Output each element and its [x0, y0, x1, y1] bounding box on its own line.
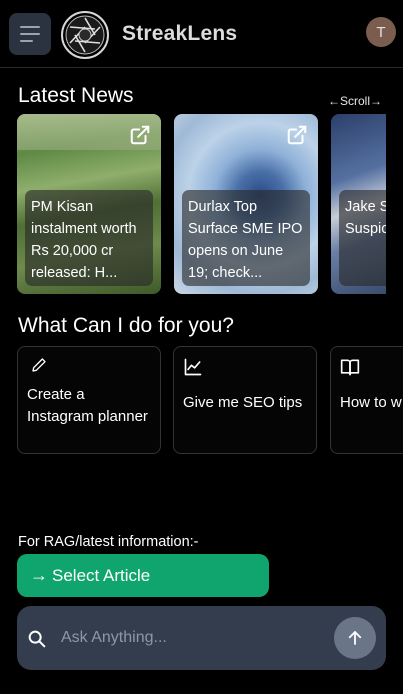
pencil-icon — [32, 358, 46, 372]
search-icon — [28, 630, 46, 648]
latest-news-heading: Latest News — [18, 84, 134, 107]
news-card-title: PM Kisan instalment worth Rs 20,000 cr r… — [25, 190, 153, 286]
arrow-up-icon — [348, 631, 362, 645]
camera-aperture-logo — [61, 11, 109, 59]
ask-bar — [17, 606, 386, 670]
suggestion-card[interactable]: How to w blog — [330, 346, 403, 454]
hamburger-icon — [20, 26, 40, 28]
news-card-title: Durlax Top Surface SME IPO opens on June… — [182, 190, 310, 286]
news-card[interactable]: PM Kisan instalment worth Rs 20,000 cr r… — [17, 114, 161, 294]
external-link-icon[interactable] — [129, 124, 151, 146]
select-article-label: Select Article — [52, 565, 151, 585]
suggestion-label: Create a Instagram planner — [27, 386, 148, 425]
user-avatar[interactable]: T — [366, 17, 396, 47]
suggestion-label: Give me SEO tips — [183, 394, 303, 411]
send-button[interactable] — [334, 617, 376, 659]
external-link-icon[interactable] — [286, 124, 308, 146]
app-header: StreakLens T — [0, 0, 403, 68]
news-carousel[interactable]: PM Kisan instalment worth Rs 20,000 cr r… — [17, 114, 386, 294]
news-card[interactable]: Jake S India w Suspic uncert — [331, 114, 386, 294]
news-card[interactable]: Durlax Top Surface SME IPO opens on June… — [174, 114, 318, 294]
select-article-button[interactable]: → Select Article — [17, 554, 269, 597]
brand-name: StreakLens — [122, 22, 238, 45]
book-open-icon — [340, 359, 360, 376]
suggestion-label: How to w blog — [340, 394, 403, 411]
suggestion-card[interactable]: Create a Instagram planner — [17, 346, 161, 454]
help-heading: What Can I do for you? — [18, 314, 234, 337]
rag-label: For RAG/latest information:- — [18, 534, 199, 550]
ask-input[interactable] — [61, 626, 321, 650]
trend-chart-icon — [184, 358, 202, 376]
arrow-right-icon: → — [30, 565, 48, 585]
menu-button[interactable] — [9, 13, 51, 55]
scroll-hint: ←Scroll→ — [328, 94, 383, 108]
suggestion-card[interactable]: Give me SEO tips — [173, 346, 317, 454]
news-card-title: Jake S India w Suspic uncert — [339, 190, 386, 286]
suggestion-carousel[interactable]: Create a Instagram planner Give me SEO t… — [17, 346, 403, 454]
